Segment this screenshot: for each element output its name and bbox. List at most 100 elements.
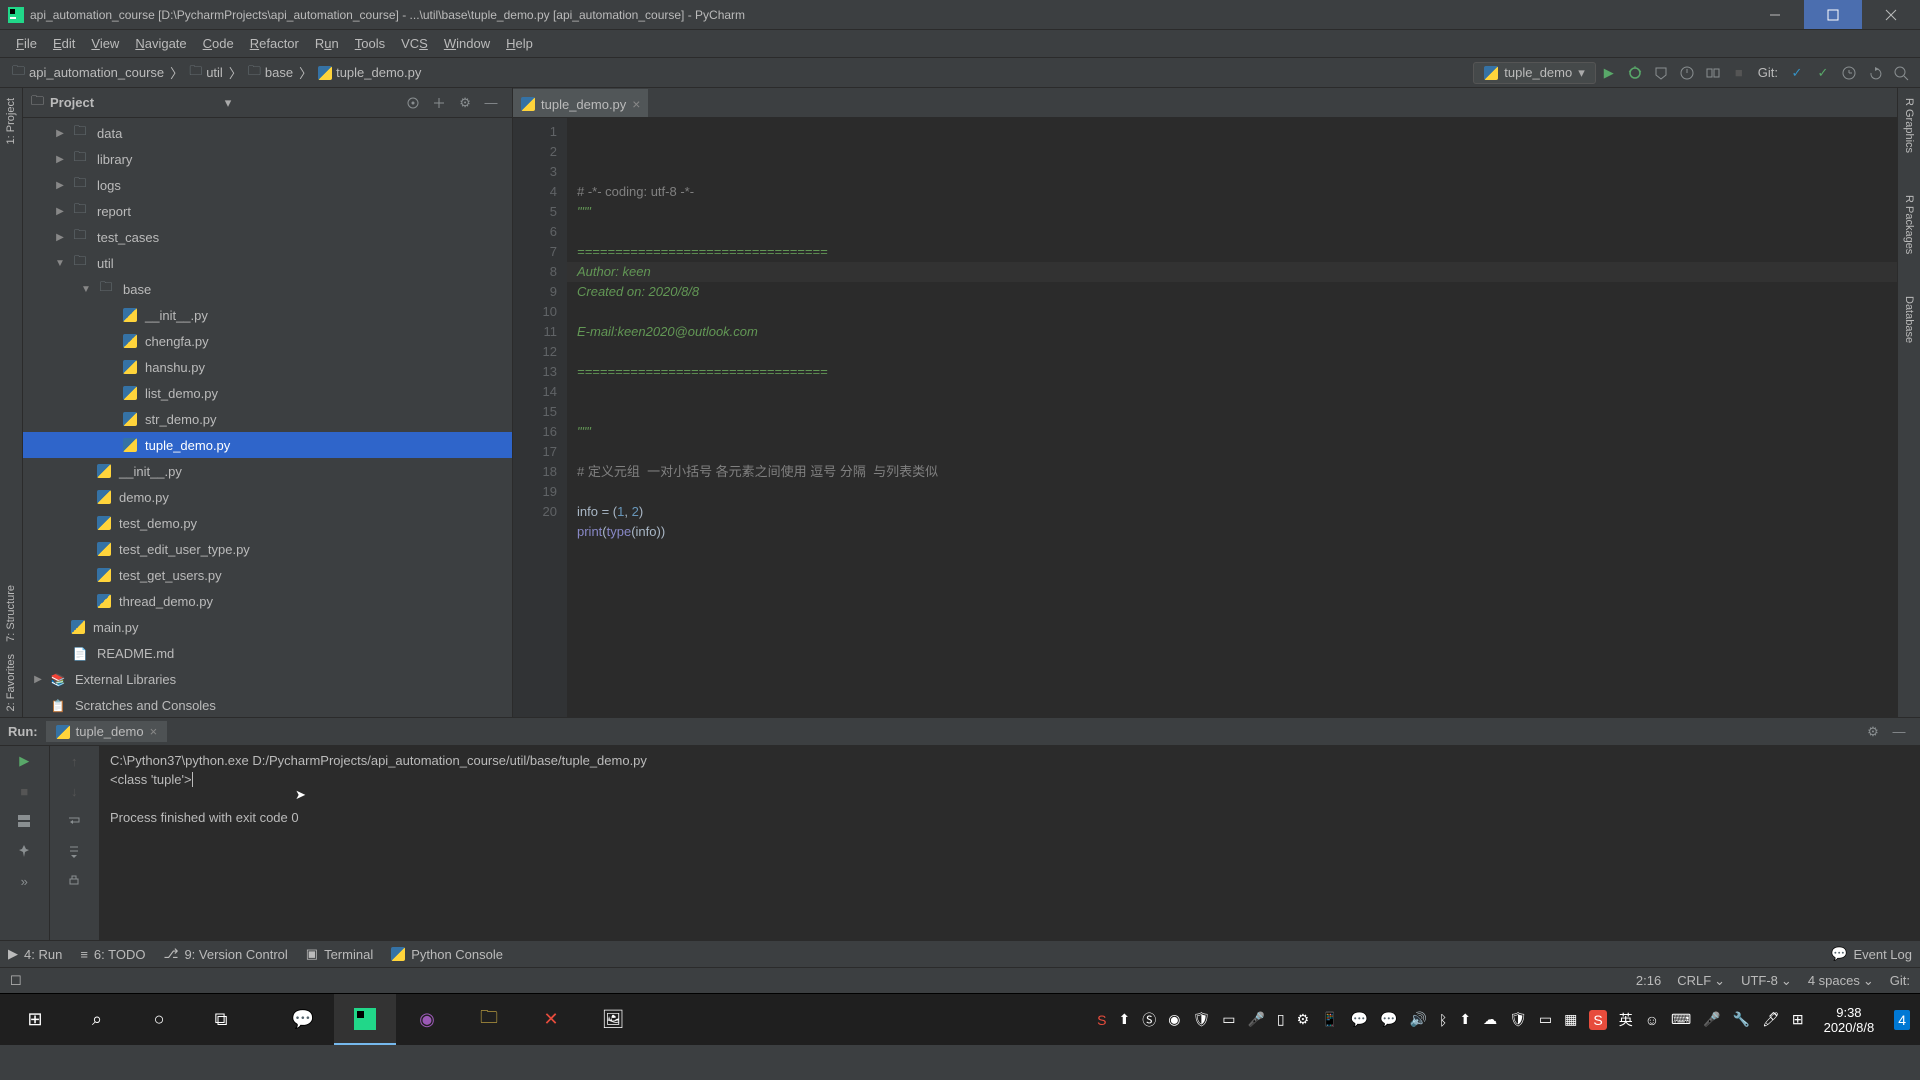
chevron-icon[interactable]: ▶ bbox=[53, 232, 67, 243]
maximize-button[interactable] bbox=[1804, 0, 1862, 29]
tree-node[interactable]: ▶logs bbox=[23, 172, 512, 198]
hide-button[interactable]: — bbox=[1886, 719, 1912, 745]
project-tree[interactable]: ▶data▶library▶logs▶report▶test_cases▼uti… bbox=[23, 118, 512, 717]
chevron-icon[interactable]: ▶ bbox=[53, 154, 67, 165]
run-config-selector[interactable]: tuple_demo▾ bbox=[1473, 62, 1595, 84]
tray-icon[interactable]: ▭ bbox=[1222, 1011, 1235, 1028]
chevron-down-icon[interactable]: ▾ bbox=[225, 95, 232, 111]
hide-button[interactable]: — bbox=[478, 90, 504, 116]
tray-icon[interactable]: ◉ bbox=[1168, 1011, 1180, 1028]
tree-node[interactable]: list_demo.py bbox=[23, 380, 512, 406]
tray-icon[interactable]: ▭ bbox=[1539, 1011, 1552, 1028]
bluetooth-icon[interactable]: ᛒ bbox=[1439, 1012, 1447, 1028]
notifications-icon[interactable]: 4 bbox=[1894, 1010, 1910, 1030]
app-icon[interactable]: ◉ bbox=[396, 994, 458, 1045]
tree-node[interactable]: ▼util bbox=[23, 250, 512, 276]
tray-icon[interactable]: ☺ bbox=[1645, 1012, 1659, 1028]
tree-node[interactable]: ▶report bbox=[23, 198, 512, 224]
layout-button[interactable] bbox=[0, 806, 49, 836]
tray-icon[interactable]: ⊞ bbox=[1792, 1011, 1804, 1028]
tray-icon[interactable]: Ⓢ bbox=[1142, 1010, 1156, 1030]
task-view-button[interactable]: ⧉ bbox=[190, 994, 252, 1045]
pycharm-icon[interactable] bbox=[334, 994, 396, 1045]
cortana-button[interactable]: ○ bbox=[128, 994, 190, 1045]
tree-node[interactable]: test_demo.py bbox=[23, 510, 512, 536]
sidebar-tab-project[interactable]: 1: Project bbox=[3, 92, 19, 150]
close-button[interactable] bbox=[1862, 0, 1920, 29]
vcs-update-button[interactable]: ✓ bbox=[1784, 60, 1810, 86]
profile-button[interactable] bbox=[1674, 60, 1700, 86]
volume-icon[interactable]: 🔊 bbox=[1410, 1011, 1427, 1028]
tray-icon[interactable]: S bbox=[1097, 1012, 1106, 1028]
tab-todo[interactable]: ≡6: TODO bbox=[80, 947, 145, 962]
ime-icon[interactable]: S bbox=[1589, 1010, 1606, 1030]
tree-node[interactable]: chengfa.py bbox=[23, 328, 512, 354]
vcs-revert-button[interactable] bbox=[1862, 60, 1888, 86]
explorer-icon[interactable]: 🗀 bbox=[458, 994, 520, 1045]
close-icon[interactable]: × bbox=[150, 724, 158, 739]
sidebar-tab-database[interactable]: Database bbox=[1901, 290, 1917, 349]
expand-button[interactable] bbox=[426, 90, 452, 116]
close-tab-icon[interactable]: × bbox=[632, 96, 640, 112]
tab-event-log[interactable]: 💬Event Log bbox=[1831, 946, 1912, 962]
menu-tools[interactable]: Tools bbox=[347, 32, 393, 55]
tray-icon[interactable]: ☁ bbox=[1483, 1011, 1497, 1028]
run-output[interactable]: C:\Python37\python.exe D:/PycharmProject… bbox=[100, 746, 1920, 940]
editor-tab[interactable]: tuple_demo.py × bbox=[513, 89, 648, 117]
menu-refactor[interactable]: Refactor bbox=[242, 32, 307, 55]
tray-icon[interactable]: ▯ bbox=[1277, 1011, 1285, 1028]
menu-view[interactable]: View bbox=[83, 32, 127, 55]
encoding[interactable]: UTF-8⌄ bbox=[1741, 973, 1792, 989]
settings-icon[interactable]: ⚙ bbox=[452, 90, 478, 116]
print-button[interactable] bbox=[50, 866, 100, 896]
chevron-icon[interactable]: ▶ bbox=[31, 674, 45, 685]
menu-navigate[interactable]: Navigate bbox=[127, 32, 194, 55]
run-button[interactable]: ▶ bbox=[1596, 60, 1622, 86]
down-button[interactable]: ↓ bbox=[50, 776, 100, 806]
sidebar-tab-structure[interactable]: 7: Structure bbox=[3, 579, 19, 648]
breadcrumb-util[interactable]: util bbox=[183, 60, 229, 86]
debug-button[interactable] bbox=[1622, 60, 1648, 86]
search-button[interactable] bbox=[1888, 60, 1914, 86]
scroll-button[interactable] bbox=[50, 836, 100, 866]
coverage-button[interactable] bbox=[1648, 60, 1674, 86]
tab-version-control[interactable]: ⎇9: Version Control bbox=[163, 946, 287, 962]
tree-node[interactable]: ▶data bbox=[23, 120, 512, 146]
code-area[interactable]: # -*- coding: utf-8 -*- """ ============… bbox=[567, 118, 1897, 717]
tree-node[interactable]: main.py bbox=[23, 614, 512, 640]
app-icon[interactable]: 🖼 bbox=[582, 994, 644, 1045]
line-ending[interactable]: CRLF⌄ bbox=[1677, 973, 1725, 989]
tray-icon[interactable]: 💬 bbox=[1380, 1011, 1397, 1028]
chevron-icon[interactable]: ▶ bbox=[53, 206, 67, 217]
ime-lang[interactable]: 英 bbox=[1619, 1010, 1633, 1030]
chevron-icon[interactable]: ▶ bbox=[53, 128, 67, 139]
chevron-icon[interactable]: ▼ bbox=[79, 284, 93, 295]
locate-button[interactable] bbox=[400, 90, 426, 116]
tree-node[interactable]: ▼base bbox=[23, 276, 512, 302]
menu-window[interactable]: Window bbox=[436, 32, 498, 55]
breadcrumb-base[interactable]: base bbox=[242, 60, 299, 86]
rerun-button[interactable]: ▶ bbox=[0, 746, 49, 776]
tree-node[interactable]: tuple_demo.py bbox=[23, 432, 512, 458]
tree-node[interactable]: ▶library bbox=[23, 146, 512, 172]
concurrency-button[interactable] bbox=[1700, 60, 1726, 86]
tree-node[interactable]: hanshu.py bbox=[23, 354, 512, 380]
wrap-button[interactable] bbox=[50, 806, 100, 836]
more-button[interactable]: » bbox=[0, 866, 49, 896]
tray-icon[interactable]: 🛡 bbox=[1192, 1011, 1210, 1028]
cursor-position[interactable]: 2:16 bbox=[1636, 973, 1661, 988]
tree-node[interactable]: __init__.py bbox=[23, 458, 512, 484]
wechat-icon[interactable]: 💬 bbox=[272, 994, 334, 1045]
tree-node[interactable]: Scratches and Consoles bbox=[23, 692, 512, 717]
sidebar-tab-packages[interactable]: R Packages bbox=[1901, 189, 1917, 260]
tree-node[interactable]: str_demo.py bbox=[23, 406, 512, 432]
menu-help[interactable]: Help bbox=[498, 32, 541, 55]
tray-icon[interactable]: 🎤 bbox=[1247, 1011, 1264, 1028]
chevron-icon[interactable]: ▶ bbox=[53, 180, 67, 191]
menu-file[interactable]: File bbox=[8, 32, 45, 55]
menu-edit[interactable]: Edit bbox=[45, 32, 83, 55]
stop-button[interactable]: ■ bbox=[0, 776, 49, 806]
run-tab[interactable]: tuple_demo × bbox=[46, 721, 168, 742]
tree-node[interactable]: ▶External Libraries bbox=[23, 666, 512, 692]
minimize-button[interactable] bbox=[1746, 0, 1804, 29]
